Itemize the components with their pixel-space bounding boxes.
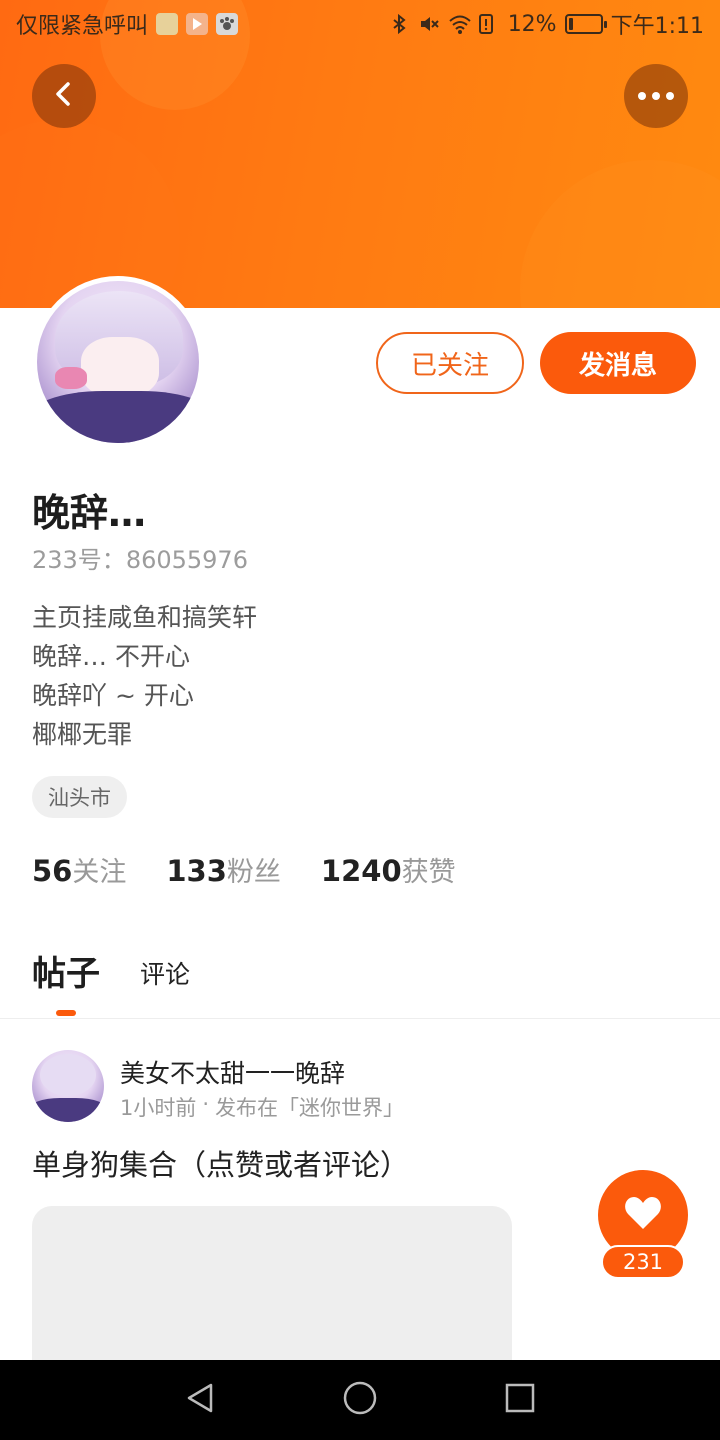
bio-line: 晚辞… 不开心 xyxy=(32,642,190,671)
following-button[interactable]: 已关注 xyxy=(376,332,524,394)
nav-back-button[interactable] xyxy=(170,1370,230,1430)
bio-line: 主页挂咸鱼和搞笑轩 xyxy=(32,603,258,632)
status-bar-left: 仅限紧急呼叫 xyxy=(16,8,239,40)
more-options-button[interactable] xyxy=(624,64,688,128)
tab-label: 帖子 xyxy=(32,954,100,994)
battery-icon xyxy=(564,14,607,34)
like-count: 231 xyxy=(601,1245,685,1279)
alert-icon xyxy=(478,13,500,35)
post-location[interactable]: 发布在「迷你世界」 xyxy=(215,1092,404,1122)
post-time: 1小时前 xyxy=(120,1096,197,1120)
mute-icon xyxy=(418,13,440,35)
location-chip[interactable]: 汕头市 xyxy=(32,776,127,818)
tab-posts[interactable]: 帖子 xyxy=(32,946,100,1016)
back-button[interactable] xyxy=(32,64,96,128)
user-id-value: 86055976 xyxy=(125,546,248,574)
profile-stats: 56 关注 133 粉丝 1240 获赞 xyxy=(32,850,456,889)
back-triangle-icon xyxy=(183,1381,217,1419)
heart-icon xyxy=(623,1195,663,1235)
chevron-left-icon xyxy=(49,79,79,113)
status-bar-right: 12% 下午1:11 xyxy=(388,8,704,40)
battery-percent: 12% xyxy=(507,11,557,37)
active-tab-indicator xyxy=(56,1010,76,1016)
profile-username: 晚辞… xyxy=(32,491,147,535)
stat-label: 关注 xyxy=(72,857,127,888)
system-nav-bar xyxy=(0,1360,720,1440)
stat-following[interactable]: 56 关注 xyxy=(32,850,126,889)
nav-home-button[interactable] xyxy=(330,1370,390,1430)
post-image[interactable] xyxy=(32,1206,512,1366)
home-circle-icon xyxy=(342,1380,378,1420)
bio-line: 晚辞吖 ~ 开心 xyxy=(32,681,194,710)
banner-decoration xyxy=(520,160,720,308)
stat-value: 133 xyxy=(166,854,227,888)
send-message-button[interactable]: 发消息 xyxy=(540,332,696,394)
stat-label: 粉丝 xyxy=(226,857,281,888)
post-author-avatar[interactable] xyxy=(32,1050,104,1122)
paw-icon xyxy=(216,13,239,35)
status-bar: 仅限紧急呼叫 12% 下午1:11 xyxy=(0,0,720,48)
stat-fans[interactable]: 133 粉丝 xyxy=(166,850,281,889)
user-id-label: 233号： xyxy=(32,546,126,574)
carrier-text: 仅限紧急呼叫 xyxy=(16,14,149,39)
profile-tabs: 帖子 评论 xyxy=(32,946,190,1016)
profile-avatar[interactable] xyxy=(32,276,204,448)
post-title[interactable]: 单身狗集合（点赞或者评论） xyxy=(32,1142,409,1184)
app-icon xyxy=(156,13,179,35)
tabs-divider xyxy=(0,1018,720,1019)
post-author-name[interactable]: 美女不太甜一一晚辞 xyxy=(120,1054,345,1090)
stat-value: 56 xyxy=(32,854,73,888)
post-meta: 1小时前 · 发布在「迷你世界」 xyxy=(120,1092,404,1122)
play-icon xyxy=(186,13,209,35)
tab-comments[interactable]: 评论 xyxy=(140,955,190,995)
stat-likes[interactable]: 1240 获赞 xyxy=(321,850,456,889)
stat-value: 1240 xyxy=(320,854,402,888)
wifi-icon xyxy=(448,13,471,35)
post-meta-separator: · xyxy=(202,1092,210,1116)
recents-square-icon xyxy=(504,1382,536,1418)
profile-bio: 主页挂咸鱼和搞笑轩 晚辞… 不开心 晚辞吖 ~ 开心 椰椰无罪 xyxy=(32,598,257,754)
battery-fill xyxy=(568,18,573,30)
bio-line: 椰椰无罪 xyxy=(32,720,133,749)
avatar-image xyxy=(37,281,199,443)
clock: 下午1:11 xyxy=(610,14,704,39)
bluetooth-icon xyxy=(388,13,410,35)
user-id: 233号：86055976 xyxy=(32,540,248,575)
stat-label: 获赞 xyxy=(401,857,456,888)
nav-recents-button[interactable] xyxy=(490,1370,550,1430)
more-dots-icon xyxy=(638,92,674,100)
